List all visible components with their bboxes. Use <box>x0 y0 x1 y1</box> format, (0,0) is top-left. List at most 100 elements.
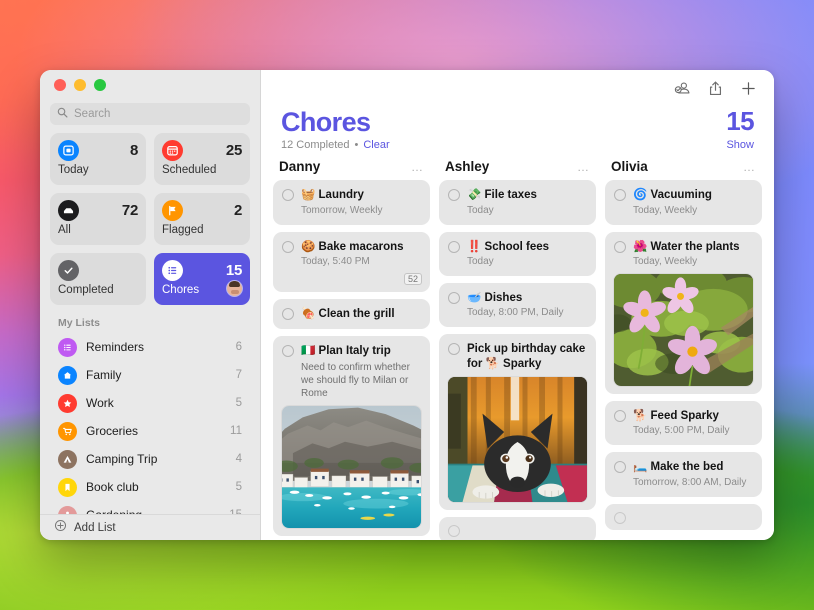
task-meta: Tomorrow, Weekly <box>301 205 421 217</box>
show-button[interactable]: Show <box>726 139 754 151</box>
task-title: 🛏️ Make the bed <box>633 460 753 474</box>
today-icon <box>58 140 79 161</box>
task-checkbox[interactable] <box>448 292 460 304</box>
sidebar-item-family[interactable]: Family 7 <box>50 361 250 389</box>
task-title: 🍪 Bake macarons <box>301 240 421 254</box>
flowers-photo[interactable] <box>614 274 753 386</box>
italy-coast-photo[interactable] <box>282 406 421 528</box>
sidebar-item-count: 4 <box>236 453 242 465</box>
search-container <box>40 99 260 133</box>
plus-icon[interactable] <box>740 80 757 97</box>
sidebar-item-book-club[interactable]: Book club 5 <box>50 473 250 501</box>
share-icon[interactable] <box>707 80 724 97</box>
task-checkbox[interactable] <box>448 525 460 537</box>
close-button[interactable] <box>54 79 66 91</box>
task-title-text: Dishes <box>485 292 523 304</box>
column-menu-button[interactable]: … <box>411 161 424 173</box>
task-row[interactable]: 🍖 Clean the grill <box>273 299 430 329</box>
column-menu-button[interactable]: … <box>743 161 756 173</box>
task-meta: Today, Weekly <box>633 205 753 217</box>
task-emoji: 🐕 <box>633 410 647 422</box>
search-icon <box>57 105 68 123</box>
sidebar-item-gardening[interactable]: Gardening 15 <box>50 501 250 514</box>
task-checkbox[interactable] <box>282 241 294 253</box>
smart-list-scheduled[interactable]: 25 Scheduled <box>154 133 250 185</box>
task-title-text: Vacuuming <box>651 189 712 201</box>
task-checkbox[interactable] <box>448 343 460 355</box>
page-title: Chores <box>281 108 390 136</box>
smart-list-count: 2 <box>234 202 242 219</box>
task-row[interactable]: 🐕 Feed Sparky Today, 5:00 PM, Daily <box>605 401 762 445</box>
task-row[interactable]: 🍪 Bake macarons Today, 5:40 PM 52 <box>273 232 430 292</box>
smart-list-count: 15 <box>226 262 242 279</box>
task-row[interactable]: 🌀 Vacuuming Today, Weekly <box>605 180 762 224</box>
task-checkbox[interactable] <box>614 410 626 422</box>
smart-list-label: Flagged <box>162 224 242 236</box>
sidebar-item-camping-trip[interactable]: Camping Trip 4 <box>50 445 250 473</box>
column-title: Danny <box>279 159 320 174</box>
zoom-button[interactable] <box>94 79 106 91</box>
smart-list-today[interactable]: 8 Today <box>50 133 146 185</box>
task-checkbox[interactable] <box>614 461 626 473</box>
task-emoji: ‼️ <box>467 241 481 253</box>
task-emoji: 🛏️ <box>633 461 647 473</box>
sidebar-item-work[interactable]: Work 5 <box>50 389 250 417</box>
smart-list-label: All <box>58 224 138 236</box>
reminders-window: 8 Today 25 <box>40 70 774 540</box>
task-meta: Today, 8:00 PM, Daily <box>467 307 587 319</box>
task-row[interactable]: ‼️ School fees Today <box>439 232 596 276</box>
column-tasks: 💸 File taxes Today ‼️ School fees Tod <box>439 180 596 540</box>
task-row[interactable]: Pick up birthday cake for 🐕 Sparky <box>439 334 596 510</box>
task-emoji: 🌀 <box>633 189 647 201</box>
task-checkbox[interactable] <box>448 241 460 253</box>
task-title: 💸 File taxes <box>467 188 587 202</box>
task-checkbox[interactable] <box>614 512 626 524</box>
column-title: Olivia <box>611 159 648 174</box>
add-list-button[interactable]: Add List <box>40 514 260 540</box>
task-row[interactable]: 🛏️ Make the bed Tomorrow, 8:00 AM, Daily <box>605 452 762 496</box>
list-icon <box>58 338 77 357</box>
task-checkbox[interactable] <box>282 189 294 201</box>
column-header: Danny … <box>273 159 430 180</box>
sidebar-item-label: Reminders <box>86 340 227 354</box>
search-input[interactable] <box>74 108 243 120</box>
sidebar-item-reminders[interactable]: Reminders 6 <box>50 333 250 361</box>
column-tasks: 🧺 Laundry Tomorrow, Weekly 🍪 Bake macaro… <box>273 180 430 540</box>
separator-dot: • <box>355 139 359 151</box>
task-row-empty[interactable] <box>605 504 762 530</box>
task-checkbox[interactable] <box>448 189 460 201</box>
task-row[interactable]: 🥣 Dishes Today, 8:00 PM, Daily <box>439 283 596 327</box>
task-checkbox[interactable] <box>614 241 626 253</box>
smart-lists-grid: 8 Today 25 <box>40 133 260 305</box>
person-badge-icon[interactable] <box>674 80 691 97</box>
task-checkbox[interactable] <box>282 345 294 357</box>
task-title-text: Bake macarons <box>319 241 404 253</box>
task-title: 🌺 Water the plants <box>633 240 753 254</box>
task-row[interactable]: 🧺 Laundry Tomorrow, Weekly <box>273 180 430 224</box>
task-row[interactable]: 🌺 Water the plants Today, Weekly <box>605 232 762 394</box>
completed-count-text: 12 Completed <box>281 139 350 151</box>
main-content: Chores 12 Completed • Clear 15 Show Da <box>261 70 774 540</box>
column-menu-button[interactable]: … <box>577 161 590 173</box>
sidebar-item-groceries[interactable]: Groceries 11 <box>50 417 250 445</box>
smart-list-completed[interactable]: Completed <box>50 253 146 305</box>
house-icon <box>58 366 77 385</box>
smart-list-chores[interactable]: 15 Chores <box>154 253 250 305</box>
task-row[interactable]: 🇮🇹 Plan Italy trip Need to confirm wheth… <box>273 336 430 535</box>
search-field[interactable] <box>50 103 250 125</box>
sidebar-item-label: Family <box>86 368 227 382</box>
sidebar-item-label: Work <box>86 396 227 410</box>
task-meta: Tomorrow, 8:00 AM, Daily <box>633 477 753 489</box>
dog-photo[interactable] <box>448 377 587 502</box>
clear-button[interactable]: Clear <box>363 139 389 151</box>
task-title: 🌀 Vacuuming <box>633 188 753 202</box>
task-title-text: Make the bed <box>651 461 724 473</box>
task-row[interactable]: 💸 File taxes Today <box>439 180 596 224</box>
smart-list-flagged[interactable]: 2 Flagged <box>154 193 250 245</box>
task-checkbox[interactable] <box>282 308 294 320</box>
minimize-button[interactable] <box>74 79 86 91</box>
task-row-empty[interactable] <box>439 517 596 540</box>
smart-list-all[interactable]: 72 All <box>50 193 146 245</box>
flag-icon <box>162 200 183 221</box>
task-checkbox[interactable] <box>614 189 626 201</box>
